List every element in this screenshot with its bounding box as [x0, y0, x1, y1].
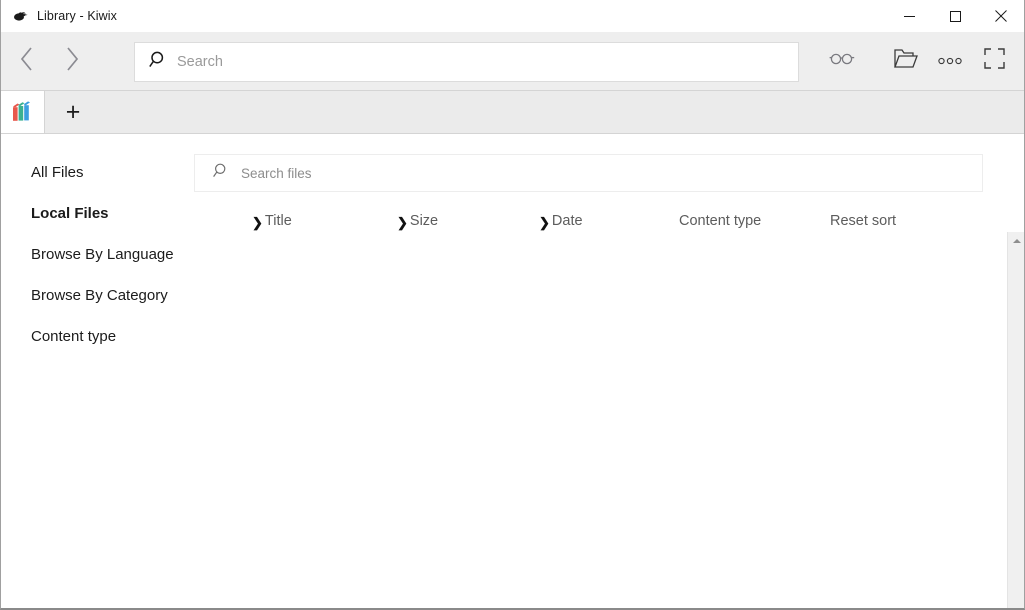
- file-search-box[interactable]: [194, 154, 983, 192]
- close-button[interactable]: [978, 0, 1024, 32]
- kiwix-window: Library - Kiwix: [0, 0, 1025, 610]
- library-main-panel: ❯ Title ❯ Size ❯ Date Content type Reset…: [194, 134, 1024, 608]
- chevron-left-icon: [19, 46, 36, 77]
- sidebar-item-all-files[interactable]: All Files: [1, 152, 194, 193]
- window-title: Library - Kiwix: [37, 9, 117, 23]
- sidebar-item-label: Browse By Language: [31, 246, 174, 263]
- plus-icon: +: [66, 100, 81, 125]
- reset-sort-button[interactable]: Reset sort: [830, 213, 896, 229]
- search-input[interactable]: [177, 54, 757, 70]
- sidebar-item-label: All Files: [31, 164, 84, 181]
- sort-label: Content type: [679, 213, 761, 229]
- title-bar: Library - Kiwix: [1, 0, 1024, 32]
- back-button[interactable]: [5, 39, 49, 83]
- fullscreen-button[interactable]: [972, 39, 1016, 83]
- kiwix-bird-icon: [12, 8, 28, 24]
- more-menu-button[interactable]: [928, 39, 972, 83]
- chevron-right-icon: ❯: [397, 216, 408, 229]
- sort-by-size-button[interactable]: ❯ Size: [397, 213, 438, 229]
- search-icon: [148, 50, 167, 74]
- sidebar-item-browse-by-category[interactable]: Browse By Category: [1, 275, 194, 316]
- tab-library[interactable]: [1, 91, 45, 133]
- sidebar-item-label: Content type: [31, 328, 116, 345]
- sidebar-item-label: Local Files: [31, 205, 109, 222]
- more-menu-icon: [938, 52, 962, 70]
- fullscreen-icon: [984, 48, 1005, 74]
- library-sidebar: All Files Local Files Browse By Language…: [1, 134, 194, 608]
- window-controls: [886, 0, 1024, 32]
- sort-label: Title: [265, 213, 292, 229]
- sort-label: Reset sort: [830, 213, 896, 229]
- main-toolbar: [1, 32, 1024, 90]
- triangle-up: [1013, 239, 1021, 243]
- chevron-right-icon: [63, 46, 80, 77]
- scroll-up-arrow-icon[interactable]: [1008, 232, 1024, 249]
- tab-strip: +: [1, 90, 1024, 134]
- sort-label: Size: [410, 213, 438, 229]
- open-file-button[interactable]: [884, 39, 928, 83]
- reading-list-button[interactable]: [820, 39, 864, 83]
- sort-by-date-button[interactable]: ❯ Date: [539, 213, 583, 229]
- sort-label: Date: [552, 213, 583, 229]
- sort-by-title-button[interactable]: ❯ Title: [252, 213, 292, 229]
- sidebar-item-content-type[interactable]: Content type: [1, 316, 194, 357]
- maximize-button[interactable]: [932, 0, 978, 32]
- reading-list-icon: [829, 51, 855, 72]
- toolbar-actions: [820, 32, 1016, 90]
- search-icon: [212, 162, 229, 184]
- sidebar-item-browse-by-language[interactable]: Browse By Language: [1, 234, 194, 275]
- chevron-right-icon: ❯: [539, 216, 550, 229]
- results-scrollbar[interactable]: [1007, 232, 1024, 608]
- sidebar-item-local-files[interactable]: Local Files: [1, 193, 194, 234]
- library-books-icon: [10, 99, 36, 125]
- content-area: All Files Local Files Browse By Language…: [1, 134, 1024, 608]
- sidebar-item-label: Browse By Category: [31, 287, 168, 304]
- sort-by-content-type-button[interactable]: Content type: [679, 213, 761, 229]
- search-bar[interactable]: [134, 42, 799, 82]
- minimize-button[interactable]: [886, 0, 932, 32]
- open-folder-icon: [894, 48, 918, 74]
- new-tab-button[interactable]: +: [45, 91, 101, 133]
- file-search-input[interactable]: [241, 166, 881, 181]
- forward-button[interactable]: [49, 39, 93, 83]
- title-bar-left: Library - Kiwix: [1, 8, 117, 24]
- chevron-right-icon: ❯: [252, 216, 263, 229]
